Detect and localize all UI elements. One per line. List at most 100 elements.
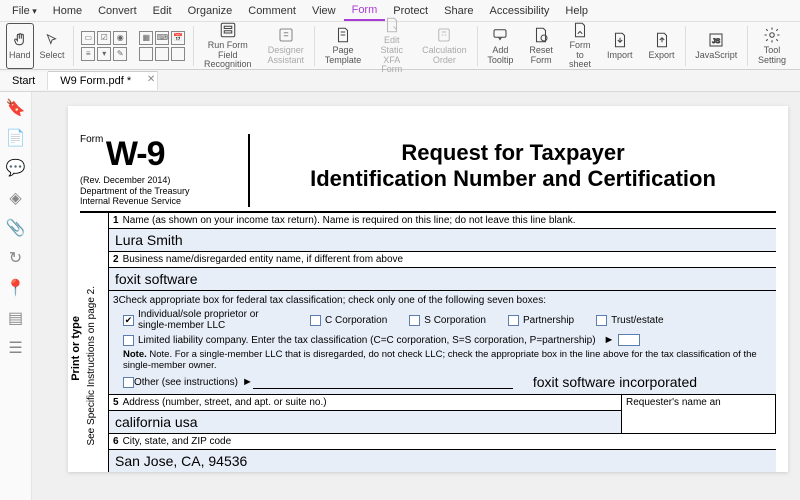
form-irs: Internal Revenue Service [80, 196, 242, 207]
form-title-2: Identification Number and Certification [260, 166, 766, 192]
cursor-icon [43, 31, 61, 49]
checkbox-llc-label: Limited liability company. Enter the tax… [138, 335, 596, 346]
checkbox-trust[interactable] [596, 315, 607, 326]
checkbox-individual-label: Individual/sole proprietor or single-mem… [138, 309, 288, 331]
menu-organize[interactable]: Organize [180, 2, 241, 20]
import-label: Import [607, 51, 633, 61]
line-5-text: Address (number, street, and apt. or sui… [123, 397, 327, 408]
javascript-label: JavaScript [695, 51, 737, 61]
checkbox-c-corp[interactable] [310, 315, 321, 326]
line-2-label: 2Business name/disregarded entity name, … [108, 252, 776, 268]
page-template-label: Page Template [325, 46, 362, 66]
left-sidebar: 🔖 📄 💬 ◈ 📎 ↻ 📍 ▤ ☰ [0, 92, 32, 500]
other-text-field[interactable]: foxit software incorporated [533, 374, 697, 390]
import-button[interactable]: Import [599, 23, 641, 69]
field-types-icon: ▭☑◉≡▾✎ [81, 31, 127, 61]
svg-text:JS: JS [713, 38, 721, 45]
city-state-zip-field[interactable]: San Jose, CA, 94536 [108, 450, 776, 472]
menu-help[interactable]: Help [557, 2, 596, 20]
form-to-sheet-button[interactable]: Form to sheet [561, 23, 599, 69]
tab-document[interactable]: W9 Form.pdf * ✕ [48, 71, 158, 90]
sync-icon[interactable]: ↻ [8, 250, 24, 266]
tool-setting-label: Tool Setting [758, 46, 786, 66]
menu-share[interactable]: Share [436, 2, 481, 20]
checkbox-s-corp[interactable] [409, 315, 420, 326]
menu-view[interactable]: View [304, 2, 344, 20]
checkbox-individual[interactable]: ✔ [123, 315, 134, 326]
layers-icon[interactable]: ◈ [8, 190, 24, 206]
attachment-icon[interactable]: 📎 [8, 220, 24, 236]
javascript-button[interactable]: JS JavaScript [687, 23, 745, 69]
line-2-text: Business name/disregarded entity name, i… [123, 254, 404, 265]
form-word: Form [80, 134, 103, 145]
separator [73, 26, 74, 66]
export-button[interactable]: Export [641, 23, 683, 69]
sheet-icon [571, 21, 589, 39]
requester-box: Requester's name an [621, 395, 776, 434]
form-fields-grid[interactable]: ▭☑◉≡▾✎ [75, 23, 133, 69]
tool-setting-button[interactable]: Tool Setting [750, 23, 794, 69]
form-header-left: Form W-9 (Rev. December 2014) Department… [80, 134, 250, 207]
menu-comment[interactable]: Comment [240, 2, 304, 20]
menu-edit[interactable]: Edit [145, 2, 180, 20]
vertical-instructions-label: See Specific Instructions on page 2. [86, 286, 97, 446]
hand-icon [11, 31, 29, 49]
form-dept: Department of the Treasury [80, 186, 242, 197]
gear-icon [763, 26, 781, 44]
signature-icon[interactable]: ☰ [8, 340, 24, 356]
designer-assistant-button[interactable]: Designer Assistant [260, 23, 313, 69]
separator [747, 26, 748, 66]
separator [477, 26, 478, 66]
checkbox-llc[interactable] [123, 335, 134, 346]
checkbox-trust-label: Trust/estate [611, 315, 663, 326]
checkbox-other-label: Other (see instructions) [134, 377, 238, 388]
pin-icon[interactable]: 📍 [8, 280, 24, 296]
reset-form-button[interactable]: Reset Form [521, 23, 561, 69]
tab-start[interactable]: Start [0, 72, 48, 90]
reset-icon [532, 26, 550, 44]
select-tool-button[interactable]: Select [34, 23, 71, 69]
llc-note: Note. Note. For a single-member LLC that… [123, 349, 772, 371]
page-template-button[interactable]: Page Template [317, 23, 370, 69]
separator [314, 26, 315, 66]
line-1-text: Name (as shown on your income tax return… [123, 215, 576, 226]
hand-tool-button[interactable]: Hand [6, 23, 34, 69]
menu-file[interactable]: File [4, 2, 45, 20]
pages-icon[interactable]: 📄 [8, 130, 24, 146]
line-1-label: 1Name (as shown on your income tax retur… [108, 213, 776, 229]
select-label: Select [40, 51, 65, 61]
llc-classification-field[interactable] [618, 334, 640, 346]
field-types-icon-2: ▦⌨📅 [139, 31, 185, 61]
menu-form[interactable]: Form [344, 1, 386, 21]
calc-order-button[interactable]: Calculation Order [414, 23, 475, 69]
llc-note-text: Note. For a single-member LLC that is di… [123, 349, 757, 371]
fields-icon[interactable]: ▤ [8, 310, 24, 326]
import-icon [611, 31, 629, 49]
name-field[interactable]: Lura Smith [108, 229, 776, 252]
tab-document-label: W9 Form.pdf * [60, 75, 131, 87]
tooltip-label: Add Tooltip [487, 46, 513, 66]
document-area[interactable]: Print or type See Specific Instructions … [32, 92, 800, 500]
menu-convert[interactable]: Convert [90, 2, 145, 20]
calc-label: Calculation Order [422, 46, 467, 66]
comment-icon[interactable]: 💬 [8, 160, 24, 176]
bookmark-icon[interactable]: 🔖 [8, 100, 24, 116]
separator [685, 26, 686, 66]
section-3: 3Check appropriate box for federal tax c… [108, 291, 776, 395]
menu-home[interactable]: Home [45, 2, 90, 20]
form-fields-grid-2[interactable]: ▦⌨📅 [133, 23, 191, 69]
checkbox-other[interactable] [123, 377, 134, 388]
pdf-page: Print or type See Specific Instructions … [68, 106, 788, 472]
address-field[interactable]: california usa [109, 411, 621, 433]
menu-accessibility[interactable]: Accessibility [481, 2, 557, 20]
run-recognition-button[interactable]: Run Form Field Recognition [196, 23, 260, 69]
add-tooltip-button[interactable]: Add Tooltip [479, 23, 521, 69]
checkbox-s-corp-label: S Corporation [424, 315, 486, 326]
checkbox-partnership[interactable] [508, 315, 519, 326]
business-name-field[interactable]: foxit software [108, 268, 776, 291]
edit-static-icon [383, 16, 401, 34]
edit-static-button[interactable]: Edit Static XFA Form [369, 23, 414, 69]
ribbon: Hand Select ▭☑◉≡▾✎ ▦⌨📅 Run Form Field Re… [0, 22, 800, 70]
separator [193, 26, 194, 66]
close-icon[interactable]: ✕ [147, 74, 155, 85]
